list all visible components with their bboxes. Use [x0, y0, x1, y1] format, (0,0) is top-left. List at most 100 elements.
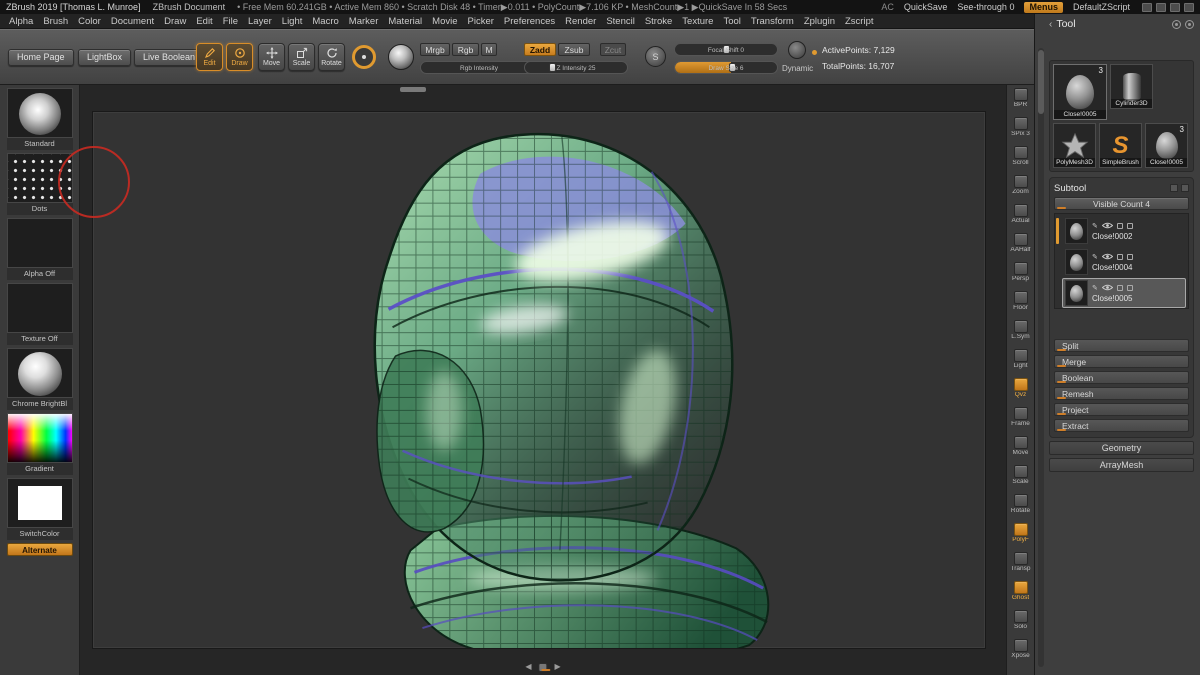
menu-item[interactable]: Alpha — [4, 16, 38, 27]
menu-item[interactable]: Edit — [191, 16, 217, 27]
canvas-scrollbar-horizontal[interactable] — [400, 87, 426, 92]
shelf-toggle-button[interactable]: L.Sym — [1007, 320, 1035, 349]
edit-button[interactable]: Edit — [196, 43, 223, 71]
tray-thumbnail[interactable] — [7, 153, 73, 203]
tray-thumbnail[interactable] — [7, 413, 73, 463]
menu-item[interactable]: Preferences — [499, 16, 560, 27]
move-button[interactable]: Move — [258, 43, 285, 71]
menu-item[interactable]: Layer — [243, 16, 277, 27]
m-button[interactable]: M — [481, 43, 497, 56]
zcut-button[interactable]: Zcut — [600, 43, 626, 56]
menu-item[interactable]: Document — [106, 16, 159, 27]
menu-item[interactable]: Movie — [427, 16, 462, 27]
tray-item[interactable]: Texture Off — [7, 283, 73, 345]
shelf-toggle-button[interactable]: Xpose — [1007, 639, 1035, 668]
menu-item[interactable]: Tool — [718, 16, 745, 27]
subtool-expand-icon[interactable] — [1181, 184, 1189, 192]
tool-thumbnail[interactable]: S PolyMesh3D — [1053, 123, 1096, 168]
tray-thumbnail[interactable] — [7, 88, 73, 138]
menu-item[interactable]: Stencil — [601, 16, 640, 27]
shelf-toggle-button[interactable]: Qvz — [1007, 378, 1035, 407]
rgb-intensity-slider[interactable]: Rgb Intensity — [420, 61, 538, 74]
uv-icon[interactable] — [1127, 254, 1133, 260]
shelf-toggle-button[interactable]: Persp — [1007, 262, 1035, 291]
shelf-toggle-button[interactable]: Light — [1007, 349, 1035, 378]
monitor-icon[interactable] — [1170, 3, 1180, 12]
titlebar-button[interactable]: DefaultZScript — [1073, 2, 1130, 12]
subsection-bar[interactable]: Merge — [1054, 355, 1189, 368]
eye-visibility-icon[interactable] — [1102, 253, 1113, 260]
tool-thumbnail[interactable]: S Cylinder3D — [1110, 64, 1153, 109]
palette-section-header[interactable]: Geometry — [1049, 441, 1194, 455]
polypaint-icon[interactable] — [1117, 223, 1123, 229]
tray-item[interactable]: Alpha Off — [7, 218, 73, 280]
expand-icon[interactable] — [1184, 3, 1194, 12]
active-brush-ring-icon[interactable] — [352, 45, 376, 69]
titlebar-button[interactable]: See-through 0 — [957, 2, 1014, 12]
eye-visibility-icon[interactable] — [1102, 222, 1113, 229]
focal-shift-slider[interactable]: Focal Shift 0 — [674, 43, 778, 56]
menu-item[interactable]: Draw — [159, 16, 191, 27]
tray-thumbnail[interactable] — [7, 218, 73, 268]
shelf-toggle-button[interactable]: Rotate — [1007, 494, 1035, 523]
collapse-chevron-icon[interactable]: ‹ — [1049, 19, 1052, 30]
shelf-toggle-button[interactable]: Scroll — [1007, 146, 1035, 175]
subsection-bar[interactable]: Boolean — [1054, 371, 1189, 384]
eye-visibility-icon[interactable] — [1102, 284, 1113, 291]
focal-dial-icon[interactable]: S — [645, 46, 666, 67]
uv-icon[interactable] — [1127, 223, 1133, 229]
menu-item[interactable]: Stroke — [640, 16, 677, 27]
uv-icon[interactable] — [1127, 285, 1133, 291]
titlebar-button[interactable]: AC — [881, 2, 894, 12]
shelf-toggle-button[interactable]: Actual — [1007, 204, 1035, 233]
shelf-toggle-button[interactable]: Frame — [1007, 407, 1035, 436]
paintbrush-icon[interactable]: ✎ — [1092, 253, 1098, 261]
canvas-nav-arrows[interactable]: ◀ ▶ — [525, 660, 560, 672]
tray-item[interactable]: SwitchColor — [7, 478, 73, 540]
palette-section-header[interactable]: ArrayMesh — [1049, 458, 1194, 472]
paintbrush-icon[interactable]: ✎ — [1092, 284, 1098, 292]
subtool-list-item[interactable]: ✎ Close!0005 — [1062, 278, 1186, 308]
paintbrush-icon[interactable]: ✎ — [1092, 222, 1098, 230]
menu-item[interactable]: Marker — [344, 16, 384, 27]
zsub-button[interactable]: Zsub — [558, 43, 590, 56]
shelf-toggle-button[interactable]: AAHalf — [1007, 233, 1035, 262]
tool-thumbnail[interactable]: S 3 Close!0005 — [1145, 123, 1188, 168]
live-boolean-button[interactable]: Live Boolean — [134, 49, 204, 66]
dynamic-dial-icon[interactable] — [788, 41, 806, 59]
tray-thumbnail[interactable] — [7, 348, 73, 398]
shelf-toggle-button[interactable]: Ghost — [1007, 581, 1035, 610]
menu-item[interactable]: Macro — [307, 16, 343, 27]
subtool-list-item[interactable]: ✎ Close!0004 — [1062, 247, 1186, 277]
helmet-3d-model[interactable] — [93, 112, 985, 648]
menu-item[interactable]: Color — [73, 16, 106, 27]
subtool-options-icon[interactable] — [1170, 184, 1178, 192]
shelf-toggle-button[interactable]: Transp — [1007, 552, 1035, 581]
subsection-bar[interactable]: Project — [1054, 403, 1189, 416]
menu-item[interactable]: Picker — [463, 16, 499, 27]
draw-size-slider[interactable]: Draw Size 6 — [674, 61, 778, 74]
shelf-toggle-button[interactable]: Move — [1007, 436, 1035, 465]
tray-item[interactable]: Chrome BrightBl — [7, 348, 73, 410]
lightbox-button[interactable]: LightBox — [78, 49, 131, 66]
menu-item[interactable]: Transform — [746, 16, 799, 27]
subsection-bar[interactable]: Remesh — [1054, 387, 1189, 400]
panel-scrollbar[interactable] — [1038, 48, 1044, 667]
polypaint-icon[interactable] — [1117, 285, 1123, 291]
layout-grid-icon[interactable] — [1142, 3, 1152, 12]
polypaint-icon[interactable] — [1117, 254, 1123, 260]
viewport-canvas[interactable]: ◀ ▶ — [80, 85, 1006, 675]
mrgb-button[interactable]: Mrgb — [420, 43, 450, 56]
titlebar-button[interactable]: Menus — [1024, 2, 1063, 13]
subsection-bar[interactable]: Split — [1054, 339, 1189, 352]
visible-count-button[interactable]: Visible Count 4 — [1054, 197, 1189, 210]
rgb-button[interactable]: Rgb — [452, 43, 479, 56]
titlebar-button[interactable]: QuickSave — [904, 2, 948, 12]
subsection-bar[interactable]: Extract — [1054, 419, 1189, 432]
menu-item[interactable]: Brush — [38, 16, 73, 27]
tray-thumbnail[interactable] — [7, 478, 73, 528]
menu-item[interactable]: Render — [560, 16, 601, 27]
tray-item[interactable]: Standard — [7, 88, 73, 150]
menu-item[interactable]: Zscript — [840, 16, 879, 27]
tray-item[interactable]: Dots — [7, 153, 73, 215]
